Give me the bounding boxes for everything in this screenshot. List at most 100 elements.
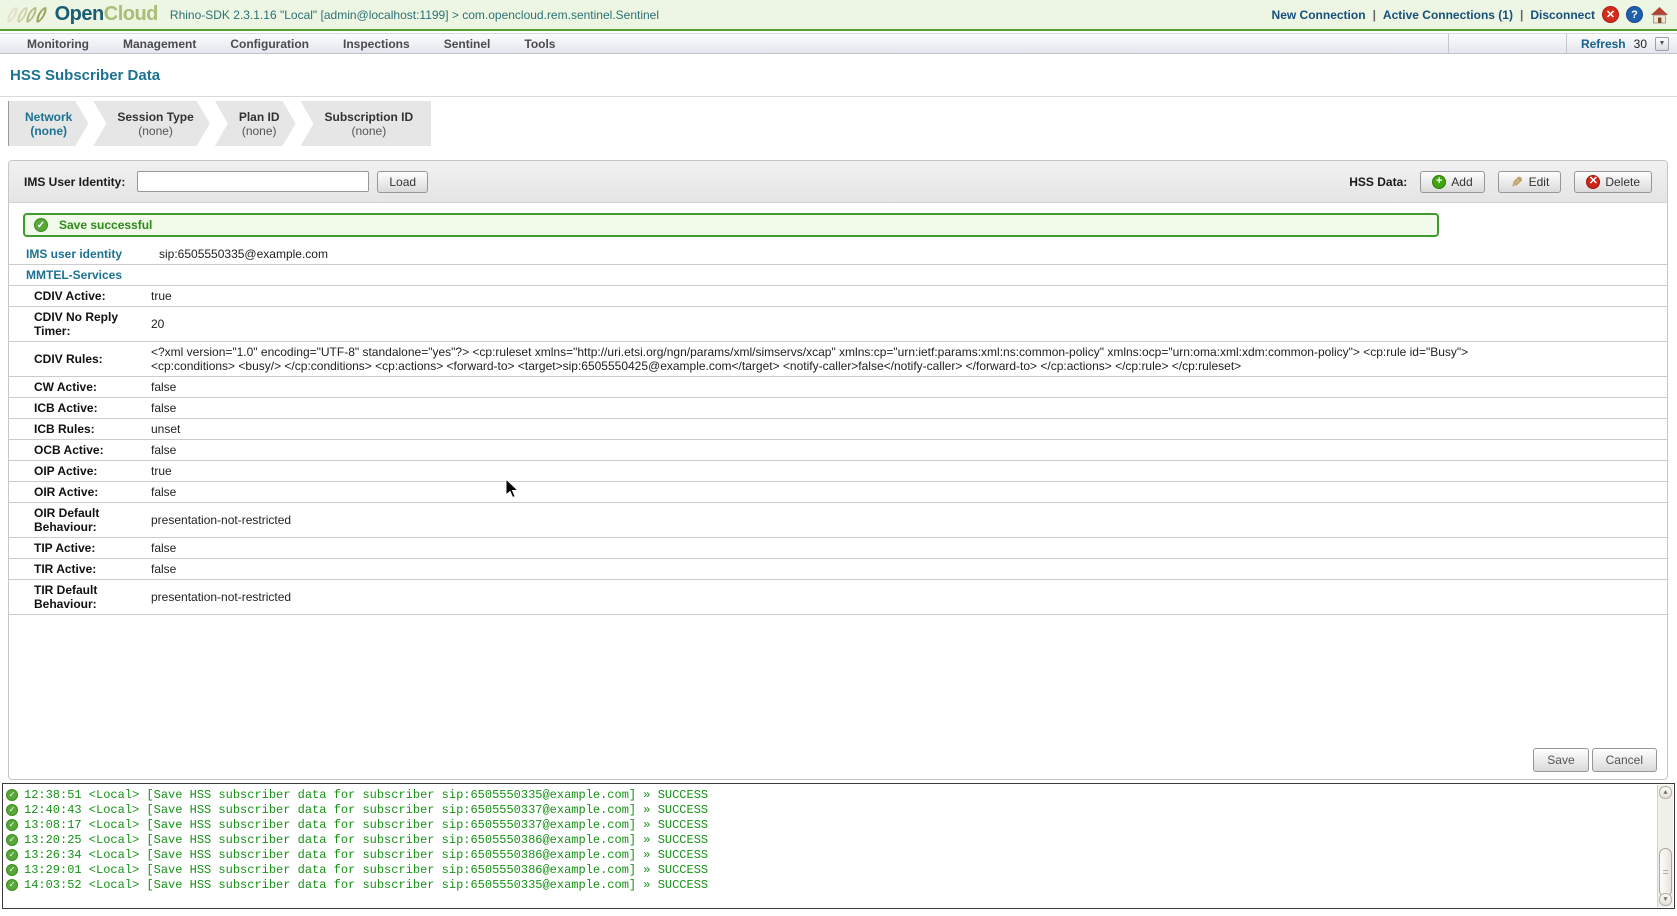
home-icon[interactable] (1650, 6, 1669, 24)
scrollbar-up-icon[interactable]: ▲ (1659, 786, 1672, 799)
menu-status-area (1449, 34, 1566, 53)
log-entry: ✓ 12:40:43 <Local> [Save HSS subscriber d… (6, 802, 1674, 817)
table-row: OIP Active: true (9, 461, 1667, 482)
row-value: false (151, 380, 177, 394)
row-value: false (151, 485, 177, 499)
wizard-step-label: Plan ID (238, 109, 280, 124)
log-entry-text: 13:08:17 <Local> [Save HSS subscriber da… (24, 817, 709, 832)
opencloud-logo: OpenCloud (55, 3, 159, 26)
close-icon[interactable]: ✕ (1602, 6, 1619, 23)
wizard-step-plan-id[interactable]: Plan ID (none) (215, 101, 296, 146)
table-row: OIR Default Behaviour: presentation-not-r… (9, 503, 1667, 538)
menu-item-configuration[interactable]: Configuration (213, 34, 326, 53)
row-label: TIR Default Behaviour: (34, 583, 98, 611)
delete-button[interactable]: ✕ Delete (1574, 170, 1652, 193)
edit-pencil-icon: ✎ (1510, 173, 1523, 190)
log-scrollbar[interactable]: ▲ ▼ (1657, 785, 1673, 907)
refresh-interval-value: 30 (1633, 36, 1647, 51)
hss-subscriber-panel: IMS User Identity: Load HSS Data: + Add … (8, 160, 1668, 780)
menu-item-monitoring[interactable]: Monitoring (10, 34, 106, 53)
success-check-icon: ✓ (6, 863, 18, 876)
log-entry: ✓ 13:20:25 <Local> [Save HSS subscriber d… (6, 832, 1674, 847)
row-value: true (151, 464, 172, 478)
active-connections-link[interactable]: Active Connections (1) (1383, 8, 1513, 22)
row-value: sip:6505550335@example.com (159, 247, 328, 261)
menu-item-management[interactable]: Management (106, 34, 213, 53)
save-button-label: Save (1547, 753, 1575, 767)
row-value: false (151, 562, 177, 576)
cancel-button[interactable]: Cancel (1591, 748, 1657, 772)
row-value: <?xml version="1.0" encoding="UTF-8" sta… (151, 345, 1469, 373)
menu-item-inspections[interactable]: Inspections (326, 34, 427, 53)
add-icon: + (1432, 174, 1447, 189)
table-row: CW Active: false (9, 377, 1667, 398)
table-row: ICB Rules: unset (9, 419, 1667, 440)
title-bar: HSS Subscriber Data (0, 55, 1677, 97)
success-check-icon: ✓ (6, 803, 18, 816)
table-row: TIR Active: false (9, 559, 1667, 580)
log-entry: ✓ 12:38:51 <Local> [Save HSS subscriber d… (6, 787, 1674, 802)
disconnect-link[interactable]: Disconnect (1530, 8, 1595, 22)
wizard-step-value: (none) (351, 123, 387, 138)
wizard-step-value: (none) (138, 123, 173, 138)
wizard-step-label: Network (25, 109, 73, 124)
edit-button[interactable]: ✎ Edit (1497, 170, 1562, 193)
row-label: ICB Rules: (34, 422, 95, 436)
row-label: OIR Default Behaviour: (34, 506, 100, 534)
log-entry: ✓ 14:03:52 <Local> [Save HSS subscriber d… (6, 877, 1674, 892)
menu-item-tools[interactable]: Tools (507, 34, 572, 53)
header-links: New Connection | Active Connections (1) … (1272, 6, 1669, 24)
log-entry-text: 13:29:01 <Local> [Save HSS subscriber da… (24, 862, 709, 877)
top-header: ()()()() OpenCloud Rhino-SDK 2.3.1.16 "L… (0, 0, 1677, 31)
hss-data-actions: HSS Data: + Add ✎ Edit ✕ Delete (1349, 170, 1652, 193)
load-button[interactable]: Load (377, 170, 429, 193)
help-icon[interactable]: ? (1626, 6, 1643, 23)
success-check-icon: ✓ (6, 833, 18, 846)
table-row: CDIV No Reply Timer: 20 (9, 307, 1667, 342)
refresh-stepper[interactable]: ▼ (1655, 36, 1669, 51)
log-entry: ✓ 13:29:01 <Local> [Save HSS subscriber d… (6, 862, 1674, 877)
wizard-step-subscription-id[interactable]: Subscription ID (none) (300, 101, 432, 146)
load-button-label: Load (389, 174, 417, 189)
table-row: TIP Active: false (9, 538, 1667, 559)
add-button[interactable]: + Add (1420, 170, 1485, 193)
delete-button-label: Delete (1605, 174, 1640, 189)
row-label: TIP Active: (34, 541, 96, 555)
wizard-step-session-type[interactable]: Session Type (none) (93, 101, 209, 146)
scrollbar-down-icon[interactable]: ▼ (1659, 893, 1672, 906)
row-label: MMTEL-Services (26, 268, 123, 282)
success-check-icon: ✓ (6, 788, 18, 801)
ims-user-identity-label: IMS User Identity: (24, 174, 126, 189)
wizard-step-network[interactable]: Network (none) (8, 101, 88, 146)
log-entry-text: 14:03:52 <Local> [Save HSS subscriber da… (24, 877, 709, 892)
panel-toolbar: IMS User Identity: Load HSS Data: + Add … (9, 161, 1667, 203)
row-label: ICB Active: (34, 401, 98, 415)
success-check-icon: ✓ (6, 848, 18, 861)
table-row: IMS user identity sip:6505550335@example.… (9, 244, 1667, 265)
command-log-console: ✓ 12:38:51 <Local> [Save HSS subscriber d… (2, 783, 1675, 909)
connection-title: Rhino-SDK 2.3.1.16 "Local" [admin@localh… (169, 7, 659, 22)
logo-cloud-text: Cloud (103, 3, 159, 25)
row-label: CDIV Active: (34, 289, 106, 303)
cancel-button-label: Cancel (1605, 753, 1643, 767)
row-label: CW Active: (34, 380, 97, 394)
log-entry-text: 13:20:25 <Local> [Save HSS subscriber da… (24, 832, 709, 847)
refresh-link[interactable]: Refresh (1581, 37, 1626, 51)
table-row: TIR Default Behaviour: presentation-not-r… (9, 580, 1667, 615)
new-connection-link[interactable]: New Connection (1272, 8, 1366, 22)
menu-item-sentinel[interactable]: Sentinel (427, 34, 508, 53)
wizard-step-value: (none) (241, 123, 277, 138)
row-label: CDIV No Reply Timer: (34, 310, 119, 338)
wizard-step-label: Session Type (117, 109, 194, 124)
scrollbar-thumb[interactable] (1659, 848, 1672, 898)
table-row: CDIV Active: true (9, 286, 1667, 307)
delete-icon: ✕ (1586, 174, 1601, 189)
table-row: OIR Active: false (9, 482, 1667, 503)
menu-spacer (572, 34, 1447, 53)
row-value: unset (151, 422, 181, 436)
save-successful-banner: ✓ Save successful (23, 213, 1439, 237)
refresh-area: Refresh 30 ▼ (1567, 34, 1677, 53)
add-button-label: Add (1451, 174, 1473, 189)
ims-user-identity-input[interactable] (137, 171, 370, 192)
save-button[interactable]: Save (1533, 748, 1589, 772)
